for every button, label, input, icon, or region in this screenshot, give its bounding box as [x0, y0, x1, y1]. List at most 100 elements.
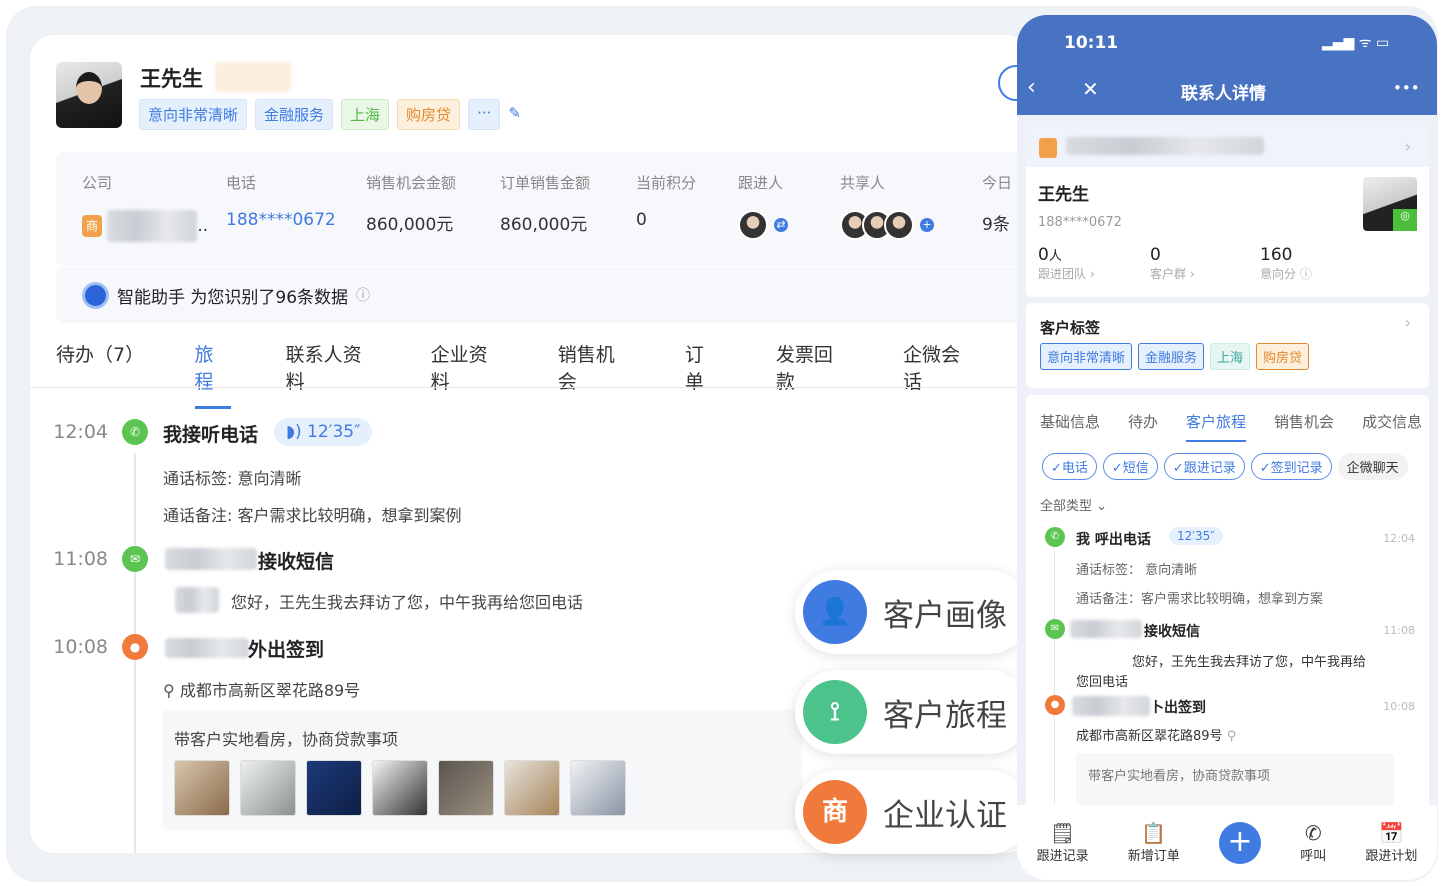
timeline-time: 10:08	[53, 636, 108, 658]
calendar-check-icon: 📅	[1378, 821, 1404, 845]
assistant-text: 智能助手 为您识别了96条数据	[117, 287, 349, 308]
info-icon[interactable]: ⓘ	[356, 285, 370, 305]
photo-thumbnail[interactable]	[306, 760, 362, 816]
metric[interactable]: 160 意向分 ⓘ	[1260, 245, 1312, 282]
status-icons: ▂▄▆ ᯤ ▭	[1322, 35, 1390, 51]
mobile-tab[interactable]: 成交信息	[1362, 411, 1422, 442]
location-pin-icon: ●	[122, 634, 148, 660]
tag[interactable]: 金融服务	[255, 99, 334, 130]
add-button[interactable]: +	[1219, 821, 1261, 864]
follow-record-button[interactable]: 🗒 跟进记录	[1037, 821, 1089, 864]
photo-thumbnail[interactable]	[372, 760, 428, 816]
timeline-title: 接收短信	[258, 551, 335, 573]
checkin-note: 带客户实地看房，协商贷款事项	[1088, 769, 1271, 784]
tag[interactable]: 意向非常清晰	[139, 99, 248, 130]
phone-link[interactable]: 188****0672	[226, 210, 336, 230]
photo-thumbnail[interactable]	[504, 760, 560, 816]
tab-orders[interactable]: 订单	[685, 340, 721, 409]
divider	[30, 387, 1030, 388]
blurred-sender	[1070, 620, 1142, 638]
more-tags-button[interactable]: ···	[468, 99, 501, 130]
call-note: 通话备注：客户需求比较明确，想拿到方案	[1076, 592, 1324, 607]
stat-label: 今日	[982, 174, 1013, 192]
filter-chip[interactable]: ✓短信	[1102, 453, 1158, 480]
tag[interactable]: 上海	[341, 99, 390, 130]
more-icon[interactable]: •••	[1393, 79, 1420, 97]
edit-icon[interactable]: ✎	[508, 99, 521, 130]
photo-thumbnail[interactable]	[240, 760, 296, 816]
metric[interactable]: 0人 跟进团队 ›	[1038, 245, 1095, 282]
tab-company-info[interactable]: 企业资料	[431, 340, 503, 409]
route-icon: ⟟	[803, 680, 867, 744]
photo-thumbnail[interactable]	[438, 760, 494, 816]
tab-wecom-chat[interactable]: 企微会话	[903, 340, 975, 409]
filter-chip[interactable]: ✓电话	[1042, 453, 1097, 480]
mobile-tab[interactable]: 基础信息	[1040, 411, 1100, 442]
tab-invoices[interactable]: 发票回款	[776, 340, 848, 409]
follow-plan-button[interactable]: 📅 跟进计划	[1365, 821, 1417, 864]
chevron-right-icon[interactable]: ›	[1405, 313, 1411, 332]
close-icon[interactable]: ✕	[1082, 77, 1099, 101]
checkin-note: 带客户实地看房，协商贷款事项	[174, 730, 399, 749]
filter-chip[interactable]: ✓签到记录	[1250, 453, 1332, 480]
blurred-company	[1066, 137, 1264, 155]
enterprise-verify-pill[interactable]: 商企业认证	[795, 770, 1031, 854]
message-icon: ✉	[122, 546, 148, 572]
swap-follower-icon[interactable]: ⇄	[774, 218, 788, 232]
stat-label: 电话	[226, 174, 257, 192]
order-amount: 860,000元	[500, 215, 588, 235]
photo-thumbnail[interactable]	[570, 760, 626, 816]
chevron-right-icon[interactable]: ›	[1405, 137, 1411, 156]
mobile-tab[interactable]: 待办	[1128, 411, 1158, 442]
call-button[interactable]: ✆ 呼叫	[1300, 821, 1326, 864]
filter-chip[interactable]: ✓跟进记录	[1163, 453, 1245, 480]
customer-journey-pill[interactable]: ⟟ 客户旅程	[795, 670, 1031, 754]
mobile-contact-name: 王先生	[1038, 185, 1089, 205]
type-filter-dropdown[interactable]: 全部类型 ⌄	[1040, 495, 1107, 514]
timeline-title: 我 呼出电话	[1076, 532, 1151, 548]
today-count: 9条	[982, 215, 1010, 235]
call-note: 通话备注: 客户需求比较明确，想拿到案例	[163, 506, 462, 525]
filter-chip[interactable]: 企微聊天	[1337, 453, 1408, 480]
map-pin-icon: ⚲	[1226, 729, 1237, 744]
sms-content: 您好，王先生我去拜访了您，中午我再给您回电话	[231, 593, 584, 612]
mobile-tab-active[interactable]: 客户旅程	[1186, 411, 1247, 442]
sharer-avatar	[884, 210, 914, 240]
points-value: 0	[636, 210, 647, 230]
stat-label: 当前积分	[636, 174, 697, 192]
robot-icon	[82, 281, 109, 309]
add-sharer-icon[interactable]: +	[920, 218, 934, 232]
blurred-user	[165, 638, 249, 658]
note-add-icon: 🗒	[1049, 821, 1076, 845]
mobile-bottom-bar: 🗒 跟进记录 📋 新增订单 + ✆ 呼叫 📅 跟进计划	[1017, 805, 1437, 880]
mobile-title: 联系人详情	[1181, 84, 1266, 104]
call-duration-button[interactable]: 12′35″	[1169, 527, 1223, 545]
phone-icon: ✆	[1045, 527, 1065, 547]
tag[interactable]: 购房贷	[397, 99, 461, 130]
metric[interactable]: 0 客户群 ›	[1150, 245, 1195, 282]
customer-tags-card[interactable]: 客户标签 › 意向非常清晰 金融服务 上海 购房贷	[1026, 303, 1429, 388]
call-duration-button[interactable]: ◗) 12′35″	[274, 418, 373, 446]
tab-journey[interactable]: 旅程	[194, 340, 231, 409]
location-pin-icon: ●	[1045, 695, 1065, 715]
timeline-time: 12:04	[53, 421, 108, 443]
customer-profile-pill[interactable]: 👤 客户画像	[795, 570, 1031, 654]
photo-thumbnail[interactable]	[174, 760, 230, 816]
mobile-tab[interactable]: 销售机会	[1274, 411, 1334, 442]
user-portrait-icon: 👤	[803, 580, 867, 644]
tab-todo[interactable]: 待办（7）	[56, 340, 144, 409]
back-icon[interactable]: ‹	[1027, 75, 1036, 100]
mobile-phone: 188****0672	[1038, 215, 1122, 230]
company-badge-icon: 商	[82, 215, 102, 237]
new-order-button[interactable]: 📋 新增订单	[1128, 821, 1180, 864]
mobile-contact-card: › 王先生 188****0672 ◎ 0人 跟进团队 › 0 客户群 › 160 意…	[1026, 125, 1429, 297]
smart-assistant-bar[interactable]: 智能助手 为您识别了96条数据 ⓘ	[56, 267, 1030, 323]
sms-content: 您回电话	[1076, 675, 1129, 690]
phone-outgoing-icon: ✆	[1304, 821, 1322, 845]
tab-opportunity[interactable]: 销售机会	[558, 340, 630, 409]
sms-content: 您好，王先生我去拜访了您，中午我再给	[1132, 655, 1367, 670]
mobile-avatar: ◎	[1363, 177, 1417, 231]
status-time: 10:11	[1064, 33, 1119, 53]
contact-avatar	[56, 62, 122, 128]
tab-contact-info[interactable]: 联系人资料	[286, 340, 376, 409]
